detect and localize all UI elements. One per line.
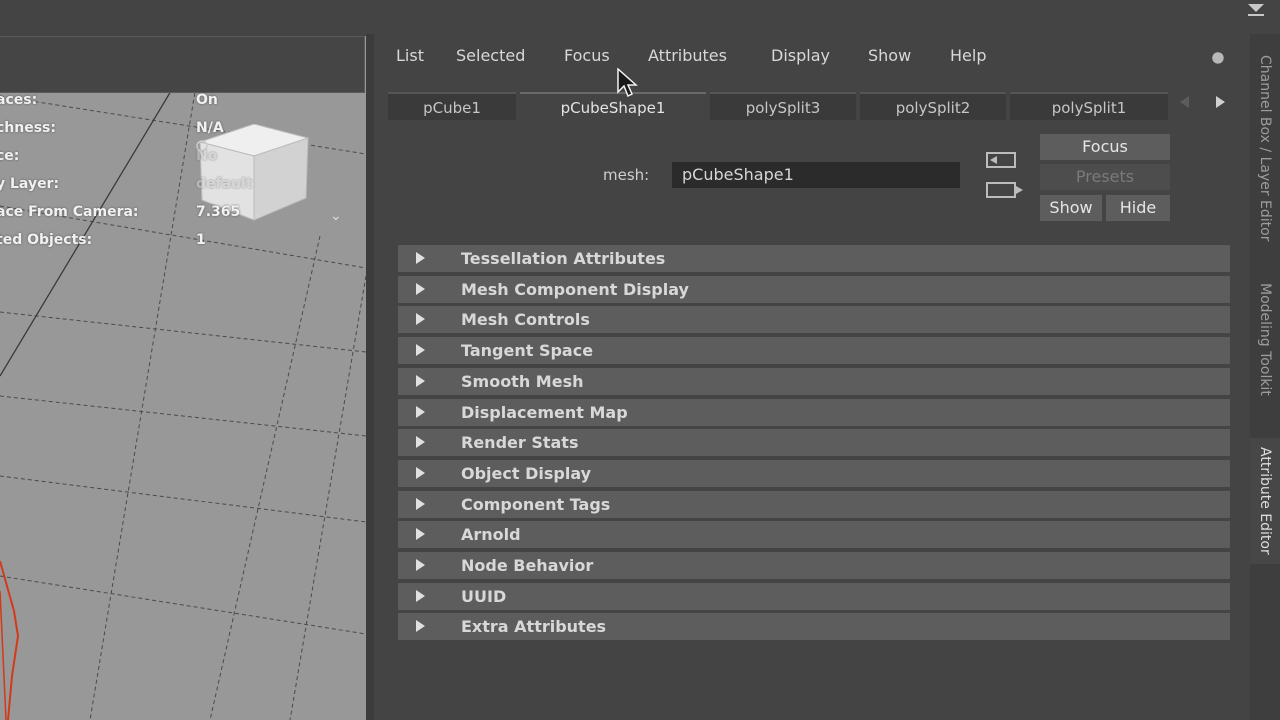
tab-polysplit1[interactable]: polySplit1 xyxy=(1010,92,1168,120)
node-tabs: pCube1 pCubeShape1 polySplit3 polySplit2… xyxy=(388,92,1168,120)
hud-value: 1 xyxy=(196,232,206,248)
section-label: Render Stats xyxy=(461,433,579,453)
side-tab-strip: Channel Box / Layer Editor Modeling Tool… xyxy=(1250,34,1280,720)
hud-label: ted Objects: xyxy=(0,232,93,248)
viewport[interactable]: aces: On chness: N/A ce: No y Layer: default ace… xyxy=(0,36,366,720)
hud-value: 7.365 xyxy=(196,204,241,220)
side-tab-channel-box[interactable]: Channel Box / Layer Editor xyxy=(1250,48,1280,248)
mesh-label: mesh: xyxy=(603,166,650,184)
attribute-editor-panel: List Selected Focus Attributes Display S… xyxy=(374,34,1250,720)
section-header[interactable]: Mesh Controls xyxy=(398,306,1230,334)
section-header[interactable]: Tangent Space xyxy=(398,337,1230,365)
dropdown-arrow-icon[interactable] xyxy=(1248,4,1264,16)
section-header[interactable]: UUID xyxy=(398,582,1230,610)
expand-arrow-icon[interactable] xyxy=(416,252,425,264)
pin-icon[interactable]: ● xyxy=(1208,46,1229,68)
chevron-down-icon[interactable]: ⌄ xyxy=(330,208,342,224)
menu-display[interactable]: Display xyxy=(771,46,830,65)
expand-arrow-icon[interactable] xyxy=(416,405,425,418)
mouse-cursor-icon xyxy=(617,68,638,98)
section-header[interactable]: Node Behavior xyxy=(398,552,1230,579)
section-header[interactable]: Mesh Component Display xyxy=(398,275,1230,303)
mesh-name-field[interactable]: pCubeShape1 xyxy=(672,162,960,188)
side-tab-attribute-editor[interactable]: Attribute Editor xyxy=(1250,438,1280,564)
hide-button[interactable]: Hide xyxy=(1106,195,1170,221)
tab-scroll-left-icon[interactable] xyxy=(1180,96,1189,108)
panel-divider[interactable] xyxy=(366,34,374,720)
hud-value: On xyxy=(196,92,218,108)
hud-label: chness: xyxy=(0,120,56,136)
hud-value: default xyxy=(196,176,253,192)
section-header[interactable]: Arnold xyxy=(398,521,1230,549)
section-label: Arnold xyxy=(461,525,521,545)
side-tab-label: Modeling Toolkit xyxy=(1257,282,1273,396)
tab-scroll-right-icon[interactable] xyxy=(1216,96,1225,108)
tab-pcube1[interactable]: pCube1 xyxy=(388,92,516,120)
menu-attributes[interactable]: Attributes xyxy=(648,46,727,65)
hud-value: N/A xyxy=(196,120,224,136)
expand-arrow-icon[interactable] xyxy=(416,374,425,387)
hud-label: ace From Camera: xyxy=(0,204,139,220)
expand-arrow-icon[interactable] xyxy=(416,344,425,357)
side-tab-label: Attribute Editor xyxy=(1257,447,1273,555)
section-header[interactable]: Object Display xyxy=(398,459,1230,487)
expand-arrow-icon[interactable] xyxy=(416,313,425,326)
expand-arrow-icon[interactable] xyxy=(416,466,425,479)
menu-focus[interactable]: Focus xyxy=(564,46,610,65)
show-button[interactable]: Show xyxy=(1040,195,1102,221)
select-input-icon[interactable] xyxy=(986,152,1016,168)
hud-value: No xyxy=(196,148,218,164)
section-label: Extra Attributes xyxy=(461,617,607,637)
tab-polysplit2[interactable]: polySplit2 xyxy=(860,92,1006,120)
section-label: Mesh Component Display xyxy=(461,279,689,299)
hud-label: y Layer: xyxy=(0,176,60,192)
expand-arrow-icon[interactable] xyxy=(416,282,425,295)
viewport-header xyxy=(0,36,365,93)
section-header[interactable]: Displacement Map xyxy=(398,398,1230,426)
presets-button[interactable]: Presets xyxy=(1040,164,1170,190)
section-header[interactable]: Smooth Mesh xyxy=(398,367,1230,395)
menu-help[interactable]: Help xyxy=(950,46,986,65)
section-label: Component Tags xyxy=(461,494,611,514)
side-tab-modeling-toolkit[interactable]: Modeling Toolkit xyxy=(1250,274,1280,404)
section-label: Tangent Space xyxy=(461,341,594,361)
section-label: UUID xyxy=(461,586,507,606)
section-label: Object Display xyxy=(461,463,592,483)
section-label: Tessellation Attributes xyxy=(461,249,666,268)
section-label: Node Behavior xyxy=(461,556,594,575)
top-bar xyxy=(0,0,1280,34)
focus-button[interactable]: Focus xyxy=(1040,134,1170,160)
section-label: Smooth Mesh xyxy=(461,371,584,391)
section-header[interactable]: Tessellation Attributes xyxy=(398,245,1230,272)
expand-arrow-icon[interactable] xyxy=(416,497,425,510)
expand-arrow-icon[interactable] xyxy=(416,559,425,571)
side-tab-label: Channel Box / Layer Editor xyxy=(1257,54,1273,242)
menu-list[interactable]: List xyxy=(396,46,424,65)
expand-arrow-icon[interactable] xyxy=(416,436,425,449)
tab-pcubeshape1[interactable]: pCubeShape1 xyxy=(520,92,706,120)
expand-arrow-icon[interactable] xyxy=(416,528,425,541)
section-label: Mesh Controls xyxy=(461,310,590,330)
select-output-icon[interactable] xyxy=(986,182,1023,198)
section-label: Displacement Map xyxy=(461,402,628,422)
expand-arrow-icon[interactable] xyxy=(416,620,425,633)
menu-selected[interactable]: Selected xyxy=(456,46,525,65)
section-header[interactable]: Component Tags xyxy=(398,490,1230,518)
hud-label: ce: xyxy=(0,148,20,164)
hud-label: aces: xyxy=(0,92,38,108)
menu-show[interactable]: Show xyxy=(868,46,911,65)
section-header[interactable]: Extra Attributes xyxy=(398,613,1230,641)
expand-arrow-icon[interactable] xyxy=(416,589,425,602)
tab-polysplit3[interactable]: polySplit3 xyxy=(710,92,856,120)
section-header[interactable]: Render Stats xyxy=(398,429,1230,457)
